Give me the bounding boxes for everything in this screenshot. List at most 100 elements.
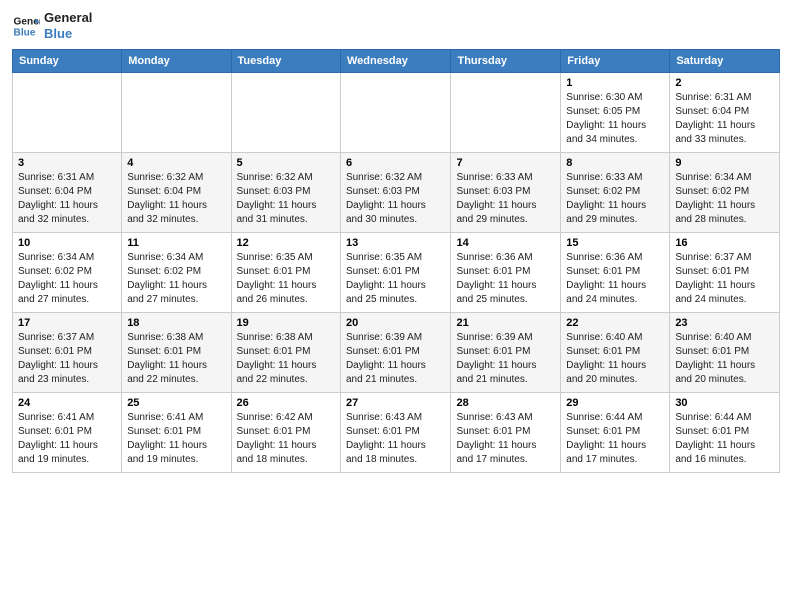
calendar-cell: 1 Sunrise: 6:30 AM Sunset: 6:05 PM Daylig… <box>561 73 670 153</box>
day-number: 9 <box>675 157 774 169</box>
weekday-header: Wednesday <box>340 50 451 73</box>
weekday-header: Saturday <box>670 50 780 73</box>
calendar-cell: 17 Sunrise: 6:37 AM Sunset: 6:01 PM Dayli… <box>13 313 122 393</box>
day-number: 16 <box>675 237 774 249</box>
day-number: 15 <box>566 237 664 249</box>
calendar-cell: 15 Sunrise: 6:36 AM Sunset: 6:01 PM Dayli… <box>561 233 670 313</box>
day-number: 11 <box>127 237 225 249</box>
logo-blue: Blue <box>44 26 92 42</box>
day-info: Sunrise: 6:36 AM Sunset: 6:01 PM Dayligh… <box>456 251 555 307</box>
day-number: 2 <box>675 77 774 89</box>
weekday-header: Tuesday <box>231 50 340 73</box>
day-number: 17 <box>18 317 116 329</box>
day-number: 1 <box>566 77 664 89</box>
logo-icon: General Blue <box>12 12 40 40</box>
calendar-cell: 6Sunrise: 6:32 AM Sunset: 6:03 PM Daylig… <box>340 153 451 233</box>
day-info: Sunrise: 6:31 AM Sunset: 6:04 PM Dayligh… <box>18 171 116 227</box>
calendar-week-row: 17 Sunrise: 6:37 AM Sunset: 6:01 PM Dayli… <box>13 313 780 393</box>
calendar-cell: 8 Sunrise: 6:33 AM Sunset: 6:02 PM Daylig… <box>561 153 670 233</box>
weekday-header: Sunday <box>13 50 122 73</box>
day-info: Sunrise: 6:40 AM Sunset: 6:01 PM Dayligh… <box>566 331 664 387</box>
svg-text:Blue: Blue <box>14 27 36 38</box>
calendar-cell: 3 Sunrise: 6:31 AM Sunset: 6:04 PM Daylig… <box>13 153 122 233</box>
calendar-cell: 22 Sunrise: 6:40 AM Sunset: 6:01 PM Dayli… <box>561 313 670 393</box>
day-info: Sunrise: 6:42 AM Sunset: 6:01 PM Dayligh… <box>237 411 335 467</box>
calendar-cell <box>13 73 122 153</box>
day-number: 10 <box>18 237 116 249</box>
day-info: Sunrise: 6:35 AM Sunset: 6:01 PM Dayligh… <box>237 251 335 307</box>
day-info: Sunrise: 6:34 AM Sunset: 6:02 PM Dayligh… <box>18 251 116 307</box>
day-number: 26 <box>237 397 335 409</box>
calendar-cell: 11 Sunrise: 6:34 AM Sunset: 6:02 PM Dayli… <box>122 233 231 313</box>
day-info: Sunrise: 6:37 AM Sunset: 6:01 PM Dayligh… <box>675 251 774 307</box>
day-info: Sunrise: 6:32 AM Sunset: 6:03 PM Dayligh… <box>237 171 335 227</box>
calendar-week-row: 10 Sunrise: 6:34 AM Sunset: 6:02 PM Dayli… <box>13 233 780 313</box>
day-info: Sunrise: 6:39 AM Sunset: 6:01 PM Dayligh… <box>346 331 446 387</box>
day-number: 30 <box>675 397 774 409</box>
calendar-cell: 26 Sunrise: 6:42 AM Sunset: 6:01 PM Dayli… <box>231 393 340 473</box>
calendar-cell: 10 Sunrise: 6:34 AM Sunset: 6:02 PM Dayli… <box>13 233 122 313</box>
day-info: Sunrise: 6:37 AM Sunset: 6:01 PM Dayligh… <box>18 331 116 387</box>
day-info: Sunrise: 6:39 AM Sunset: 6:01 PM Dayligh… <box>456 331 555 387</box>
day-number: 18 <box>127 317 225 329</box>
calendar-body: 1 Sunrise: 6:30 AM Sunset: 6:05 PM Daylig… <box>13 73 780 473</box>
day-info: Sunrise: 6:33 AM Sunset: 6:02 PM Dayligh… <box>566 171 664 227</box>
day-info: Sunrise: 6:41 AM Sunset: 6:01 PM Dayligh… <box>127 411 225 467</box>
day-info: Sunrise: 6:41 AM Sunset: 6:01 PM Dayligh… <box>18 411 116 467</box>
day-number: 22 <box>566 317 664 329</box>
day-info: Sunrise: 6:35 AM Sunset: 6:01 PM Dayligh… <box>346 251 446 307</box>
day-info: Sunrise: 6:36 AM Sunset: 6:01 PM Dayligh… <box>566 251 664 307</box>
day-info: Sunrise: 6:40 AM Sunset: 6:01 PM Dayligh… <box>675 331 774 387</box>
day-number: 29 <box>566 397 664 409</box>
calendar-cell: 28 Sunrise: 6:43 AM Sunset: 6:01 PM Dayli… <box>451 393 561 473</box>
day-number: 25 <box>127 397 225 409</box>
day-info: Sunrise: 6:32 AM Sunset: 6:04 PM Dayligh… <box>127 171 225 227</box>
day-number: 7 <box>456 157 555 169</box>
weekday-row: SundayMondayTuesdayWednesdayThursdayFrid… <box>13 50 780 73</box>
calendar-cell: 21 Sunrise: 6:39 AM Sunset: 6:01 PM Dayli… <box>451 313 561 393</box>
day-info: Sunrise: 6:34 AM Sunset: 6:02 PM Dayligh… <box>127 251 225 307</box>
calendar-cell: 20Sunrise: 6:39 AM Sunset: 6:01 PM Dayli… <box>340 313 451 393</box>
calendar-cell: 16 Sunrise: 6:37 AM Sunset: 6:01 PM Dayli… <box>670 233 780 313</box>
day-number: 23 <box>675 317 774 329</box>
calendar-cell: 25 Sunrise: 6:41 AM Sunset: 6:01 PM Dayli… <box>122 393 231 473</box>
day-info: Sunrise: 6:32 AM Sunset: 6:03 PM Dayligh… <box>346 171 446 227</box>
calendar-cell: 12Sunrise: 6:35 AM Sunset: 6:01 PM Dayli… <box>231 233 340 313</box>
day-number: 28 <box>456 397 555 409</box>
day-info: Sunrise: 6:31 AM Sunset: 6:04 PM Dayligh… <box>675 91 774 147</box>
day-number: 19 <box>237 317 335 329</box>
calendar-cell: 2 Sunrise: 6:31 AM Sunset: 6:04 PM Daylig… <box>670 73 780 153</box>
calendar-cell: 19 Sunrise: 6:38 AM Sunset: 6:01 PM Dayli… <box>231 313 340 393</box>
day-info: Sunrise: 6:33 AM Sunset: 6:03 PM Dayligh… <box>456 171 555 227</box>
calendar-cell: 7 Sunrise: 6:33 AM Sunset: 6:03 PM Daylig… <box>451 153 561 233</box>
weekday-header: Monday <box>122 50 231 73</box>
day-number: 21 <box>456 317 555 329</box>
calendar-table: SundayMondayTuesdayWednesdayThursdayFrid… <box>12 49 780 473</box>
logo-general: General <box>44 10 92 26</box>
calendar-cell <box>231 73 340 153</box>
day-number: 3 <box>18 157 116 169</box>
calendar-cell <box>122 73 231 153</box>
day-info: Sunrise: 6:30 AM Sunset: 6:05 PM Dayligh… <box>566 91 664 147</box>
day-info: Sunrise: 6:34 AM Sunset: 6:02 PM Dayligh… <box>675 171 774 227</box>
calendar-cell: 13 Sunrise: 6:35 AM Sunset: 6:01 PM Dayli… <box>340 233 451 313</box>
day-number: 4 <box>127 157 225 169</box>
calendar-header: SundayMondayTuesdayWednesdayThursdayFrid… <box>13 50 780 73</box>
calendar-week-row: 1 Sunrise: 6:30 AM Sunset: 6:05 PM Daylig… <box>13 73 780 153</box>
calendar-cell <box>451 73 561 153</box>
calendar-cell: 29Sunrise: 6:44 AM Sunset: 6:01 PM Dayli… <box>561 393 670 473</box>
calendar-week-row: 3 Sunrise: 6:31 AM Sunset: 6:04 PM Daylig… <box>13 153 780 233</box>
day-number: 14 <box>456 237 555 249</box>
day-info: Sunrise: 6:38 AM Sunset: 6:01 PM Dayligh… <box>237 331 335 387</box>
day-info: Sunrise: 6:44 AM Sunset: 6:01 PM Dayligh… <box>675 411 774 467</box>
day-info: Sunrise: 6:43 AM Sunset: 6:01 PM Dayligh… <box>456 411 555 467</box>
day-info: Sunrise: 6:38 AM Sunset: 6:01 PM Dayligh… <box>127 331 225 387</box>
weekday-header: Thursday <box>451 50 561 73</box>
calendar-cell: 27Sunrise: 6:43 AM Sunset: 6:01 PM Dayli… <box>340 393 451 473</box>
weekday-header: Friday <box>561 50 670 73</box>
day-number: 8 <box>566 157 664 169</box>
calendar-cell: 24Sunrise: 6:41 AM Sunset: 6:01 PM Dayli… <box>13 393 122 473</box>
day-info: Sunrise: 6:43 AM Sunset: 6:01 PM Dayligh… <box>346 411 446 467</box>
day-number: 13 <box>346 237 446 249</box>
calendar-cell: 14 Sunrise: 6:36 AM Sunset: 6:01 PM Dayli… <box>451 233 561 313</box>
